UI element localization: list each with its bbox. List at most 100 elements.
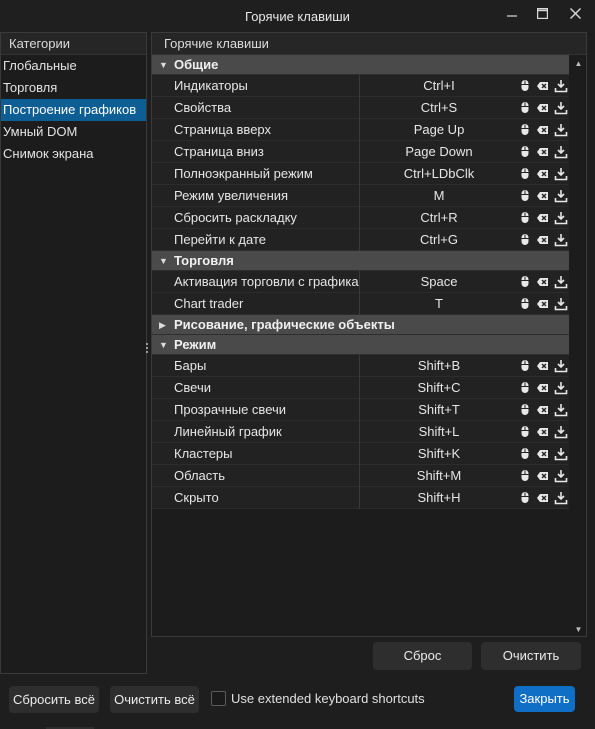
clear-icon[interactable]	[536, 468, 550, 482]
vertical-scrollbar[interactable]: ▲ ▼	[571, 55, 586, 636]
clear-icon[interactable]	[536, 274, 550, 288]
mouse-icon[interactable]	[518, 402, 532, 416]
mouse-icon[interactable]	[518, 446, 532, 460]
close-button[interactable]: Закрыть	[514, 686, 575, 712]
reset-icon[interactable]	[554, 402, 568, 417]
clear-icon[interactable]	[536, 380, 550, 394]
hotkey-value[interactable]: Shift+T	[361, 399, 517, 421]
clear-icon[interactable]	[536, 78, 550, 92]
clear-icon[interactable]	[536, 424, 550, 438]
mouse-icon[interactable]	[518, 380, 532, 394]
hotkey-row[interactable]: Бары Shift+B	[152, 355, 569, 377]
hotkey-value[interactable]: Page Up	[361, 119, 517, 141]
sidebar-item[interactable]: Умный DOM	[1, 121, 146, 143]
hotkey-row[interactable]: Страница вверх Page Up	[152, 119, 569, 141]
reset-all-button[interactable]: Сбросить всё	[9, 686, 99, 713]
hotkey-row[interactable]: Режим увеличения M	[152, 185, 569, 207]
collapse-arrow-icon[interactable]: ▼	[159, 251, 168, 271]
mouse-icon[interactable]	[518, 358, 532, 372]
hotkey-row[interactable]: Активация торговли с графика Space	[152, 271, 569, 293]
reset-icon[interactable]	[554, 424, 568, 439]
mouse-icon[interactable]	[518, 490, 532, 504]
hotkey-value[interactable]: M	[361, 185, 517, 207]
hotkey-value[interactable]: Ctrl+G	[361, 229, 517, 251]
hotkey-value[interactable]: Ctrl+I	[361, 75, 517, 97]
reset-icon[interactable]	[554, 144, 568, 159]
reset-button[interactable]: Сброс	[373, 642, 472, 670]
scroll-up-icon[interactable]: ▲	[574, 59, 583, 68]
mouse-icon[interactable]	[518, 122, 532, 136]
reset-icon[interactable]	[554, 166, 568, 181]
reset-icon[interactable]	[554, 232, 568, 247]
hotkey-row[interactable]: Chart trader T	[152, 293, 569, 315]
mouse-icon[interactable]	[518, 232, 532, 246]
hotkey-value[interactable]: Shift+M	[361, 465, 517, 487]
hotkey-row[interactable]: Сбросить раскладку Ctrl+R	[152, 207, 569, 229]
hotkey-value[interactable]: Page Down	[361, 141, 517, 163]
hotkey-value[interactable]: Space	[361, 271, 517, 293]
reset-icon[interactable]	[554, 122, 568, 137]
hotkey-row[interactable]: Страница вниз Page Down	[152, 141, 569, 163]
reset-icon[interactable]	[554, 188, 568, 203]
mouse-icon[interactable]	[518, 144, 532, 158]
hotkey-row[interactable]: Перейти к дате Ctrl+G	[152, 229, 569, 251]
mouse-icon[interactable]	[518, 274, 532, 288]
mouse-icon[interactable]	[518, 100, 532, 114]
reset-icon[interactable]	[554, 100, 568, 115]
hotkey-row[interactable]: Кластеры Shift+K	[152, 443, 569, 465]
reset-icon[interactable]	[554, 358, 568, 373]
collapse-arrow-icon[interactable]: ▼	[159, 335, 168, 355]
reset-icon[interactable]	[554, 210, 568, 225]
hotkey-value[interactable]: T	[361, 293, 517, 315]
close-window-button[interactable]	[561, 4, 589, 24]
mouse-icon[interactable]	[518, 424, 532, 438]
clear-icon[interactable]	[536, 166, 550, 180]
mouse-icon[interactable]	[518, 468, 532, 482]
clear-icon[interactable]	[536, 122, 550, 136]
hotkey-row[interactable]: Скрыто Shift+H	[152, 487, 569, 509]
hotkey-row[interactable]: Область Shift+M	[152, 465, 569, 487]
sidebar-item[interactable]: Построение графиков	[1, 99, 146, 121]
group-header[interactable]: ▶ Рисование, графические объекты	[152, 315, 569, 335]
clear-icon[interactable]	[536, 188, 550, 202]
hotkey-row[interactable]: Свечи Shift+C	[152, 377, 569, 399]
mouse-icon[interactable]	[518, 78, 532, 92]
clear-icon[interactable]	[536, 144, 550, 158]
clear-icon[interactable]	[536, 446, 550, 460]
clear-icon[interactable]	[536, 210, 550, 224]
hotkey-row[interactable]: Индикаторы Ctrl+I	[152, 75, 569, 97]
extended-shortcuts-checkbox[interactable]	[211, 691, 226, 706]
splitter-handle[interactable]	[146, 343, 149, 357]
mouse-icon[interactable]	[518, 188, 532, 202]
hotkey-value[interactable]: Shift+K	[361, 443, 517, 465]
clear-icon[interactable]	[536, 296, 550, 310]
hotkey-value[interactable]: Shift+L	[361, 421, 517, 443]
group-header[interactable]: ▼ Режим	[152, 335, 569, 355]
clear-all-button[interactable]: Очистить всё	[110, 686, 199, 713]
reset-icon[interactable]	[554, 296, 568, 311]
hotkey-value[interactable]: Shift+H	[361, 487, 517, 509]
collapse-arrow-icon[interactable]: ▼	[159, 55, 168, 75]
reset-icon[interactable]	[554, 490, 568, 505]
clear-button[interactable]: Очистить	[481, 642, 581, 670]
hotkey-value[interactable]: Shift+B	[361, 355, 517, 377]
minimize-button[interactable]	[498, 4, 526, 24]
hotkey-value[interactable]: Shift+C	[361, 377, 517, 399]
hotkey-value[interactable]: Ctrl+LDbClk	[361, 163, 517, 185]
hotkey-row[interactable]: Прозрачные свечи Shift+T	[152, 399, 569, 421]
clear-icon[interactable]	[536, 100, 550, 114]
group-header[interactable]: ▼ Общие	[152, 55, 569, 75]
clear-icon[interactable]	[536, 358, 550, 372]
mouse-icon[interactable]	[518, 296, 532, 310]
sidebar-item[interactable]: Глобальные	[1, 55, 146, 77]
clear-icon[interactable]	[536, 402, 550, 416]
reset-icon[interactable]	[554, 446, 568, 461]
sidebar-item[interactable]: Снимок экрана	[1, 143, 146, 165]
reset-icon[interactable]	[554, 468, 568, 483]
scroll-down-icon[interactable]: ▼	[574, 625, 583, 634]
hotkey-value[interactable]: Ctrl+S	[361, 97, 517, 119]
clear-icon[interactable]	[536, 490, 550, 504]
expand-arrow-icon[interactable]: ▶	[159, 315, 166, 335]
mouse-icon[interactable]	[518, 210, 532, 224]
hotkey-row[interactable]: Линейный график Shift+L	[152, 421, 569, 443]
